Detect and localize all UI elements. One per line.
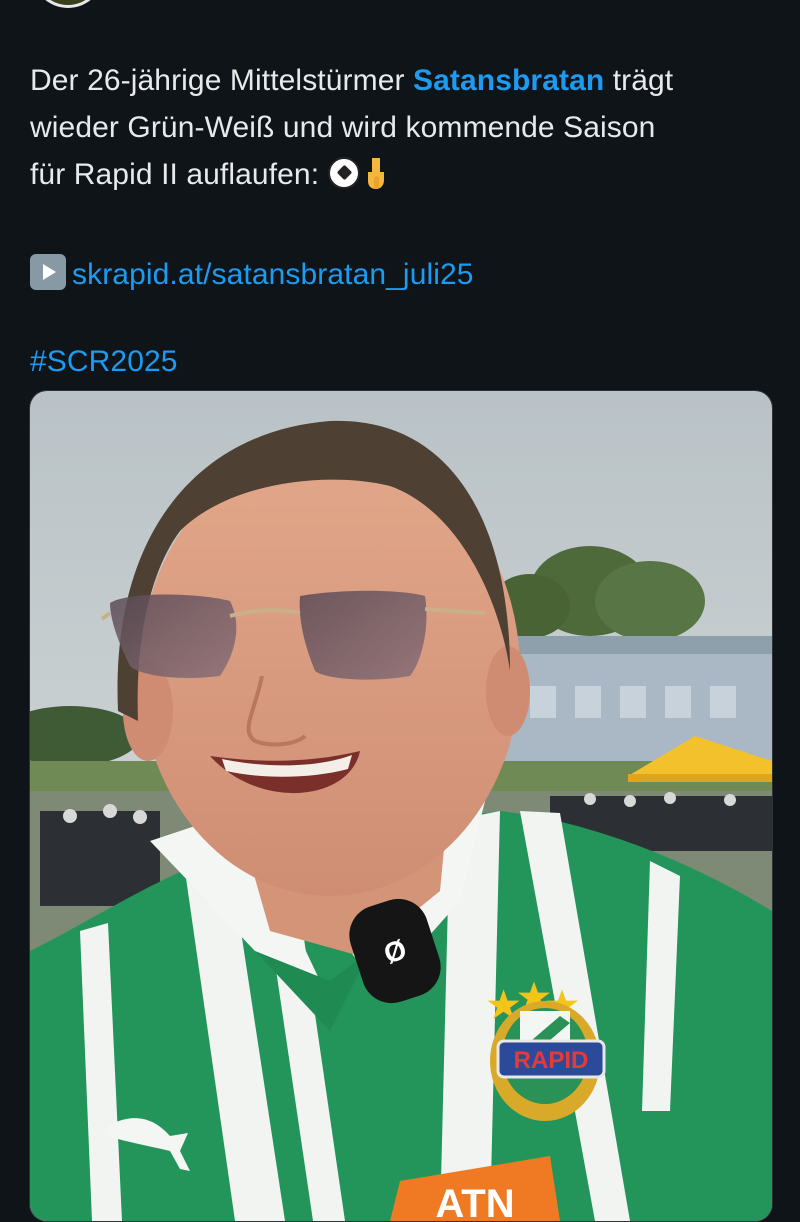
post-line-3: für Rapid II auflaufen: (30, 151, 770, 204)
sponsor-label: ATN (435, 1182, 514, 1221)
article-link[interactable]: skrapid.at/satansbratan_juli25 (72, 258, 474, 291)
post-text: Der 26-jährige Mittelstürmer Satansbrata… (30, 57, 770, 385)
author-avatar[interactable] (32, 0, 104, 8)
post-line-1: Der 26-jährige Mittelstürmer Satansbrata… (30, 57, 770, 104)
post-text-segment: für Rapid II auflaufen: (30, 158, 328, 191)
link-line: skrapid.at/satansbratan_juli25 (30, 251, 770, 298)
post-text-segment: trägt (604, 64, 674, 97)
post-text-segment: Der 26-jährige Mittelstürmer (30, 64, 414, 97)
play-button-icon (30, 254, 66, 290)
post-line-2: wieder Grün-Weiß und wird kommende Saiso… (30, 111, 656, 144)
backhand-index-pointing-down-icon (366, 156, 392, 204)
post-image[interactable]: Ø RAPID ATN (29, 390, 773, 1222)
photo-illustration: Ø RAPID ATN (30, 391, 772, 1221)
mention-link[interactable]: Satansbratan (413, 64, 604, 97)
soccer-ball-icon (327, 157, 360, 189)
crest-label: RAPID (514, 1047, 589, 1074)
hashtag-link[interactable]: #SCR2025 (30, 345, 178, 378)
hashtag-line: #SCR2025 (30, 338, 770, 385)
